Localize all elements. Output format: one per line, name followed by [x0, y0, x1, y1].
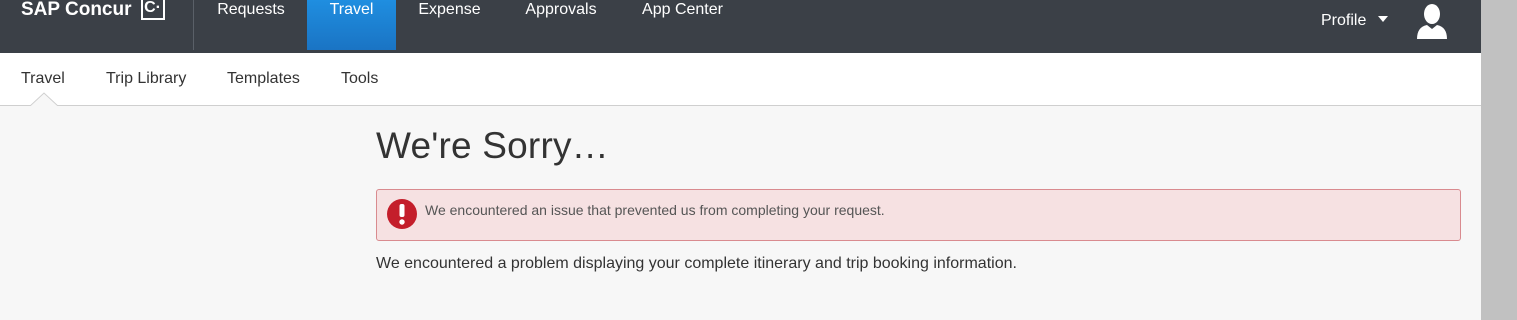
scrollbar[interactable]	[1481, 0, 1517, 320]
subnav-trip-library[interactable]: Trip Library	[106, 70, 186, 88]
page: SAP Concur C· Requests Travel Expense Ap…	[0, 0, 1481, 320]
subnav-templates[interactable]: Templates	[227, 70, 300, 88]
concur-logo-mark-icon: C·	[140, 0, 165, 20]
nav-approvals-label: Approvals	[525, 1, 597, 18]
main-content: We're Sorry… We encountered an issue tha…	[376, 125, 1461, 272]
profile-menu-button[interactable]: Profile	[1321, 12, 1389, 30]
nav-app-center-label: App Center	[642, 1, 723, 18]
page-title: We're Sorry…	[376, 125, 609, 166]
sap-concur-logo[interactable]: SAP Concur C·	[21, 0, 165, 20]
nav-requests-label: Requests	[217, 1, 285, 18]
exclamation-circle-icon	[387, 199, 417, 229]
nav-expense[interactable]: Expense	[417, 0, 482, 50]
subnav-travel[interactable]: Travel	[21, 70, 65, 88]
error-description: We encountered a problem displaying your…	[376, 255, 1017, 272]
subnav-tools[interactable]: Tools	[341, 70, 378, 88]
nav-travel[interactable]: Travel	[307, 0, 396, 50]
profile-label: Profile	[1321, 12, 1367, 29]
nav-app-center[interactable]: App Center	[640, 0, 725, 50]
logo-text: SAP Concur	[21, 0, 132, 20]
alert-message: We encountered an issue that prevented u…	[425, 202, 885, 218]
nav-approvals[interactable]: Approvals	[524, 0, 598, 50]
sub-navigation-bar: Travel Trip Library Templates Tools	[0, 53, 1481, 106]
top-navigation-bar: SAP Concur C· Requests Travel Expense Ap…	[0, 0, 1481, 53]
nav-travel-label: Travel	[329, 1, 374, 18]
nav-requests[interactable]: Requests	[216, 0, 286, 50]
chevron-down-icon	[1378, 16, 1389, 22]
active-subnav-indicator	[30, 92, 58, 106]
user-avatar-icon[interactable]	[1415, 2, 1449, 40]
logo-divider	[193, 0, 194, 50]
nav-expense-label: Expense	[418, 1, 481, 18]
error-alert: We encountered an issue that prevented u…	[376, 189, 1461, 241]
